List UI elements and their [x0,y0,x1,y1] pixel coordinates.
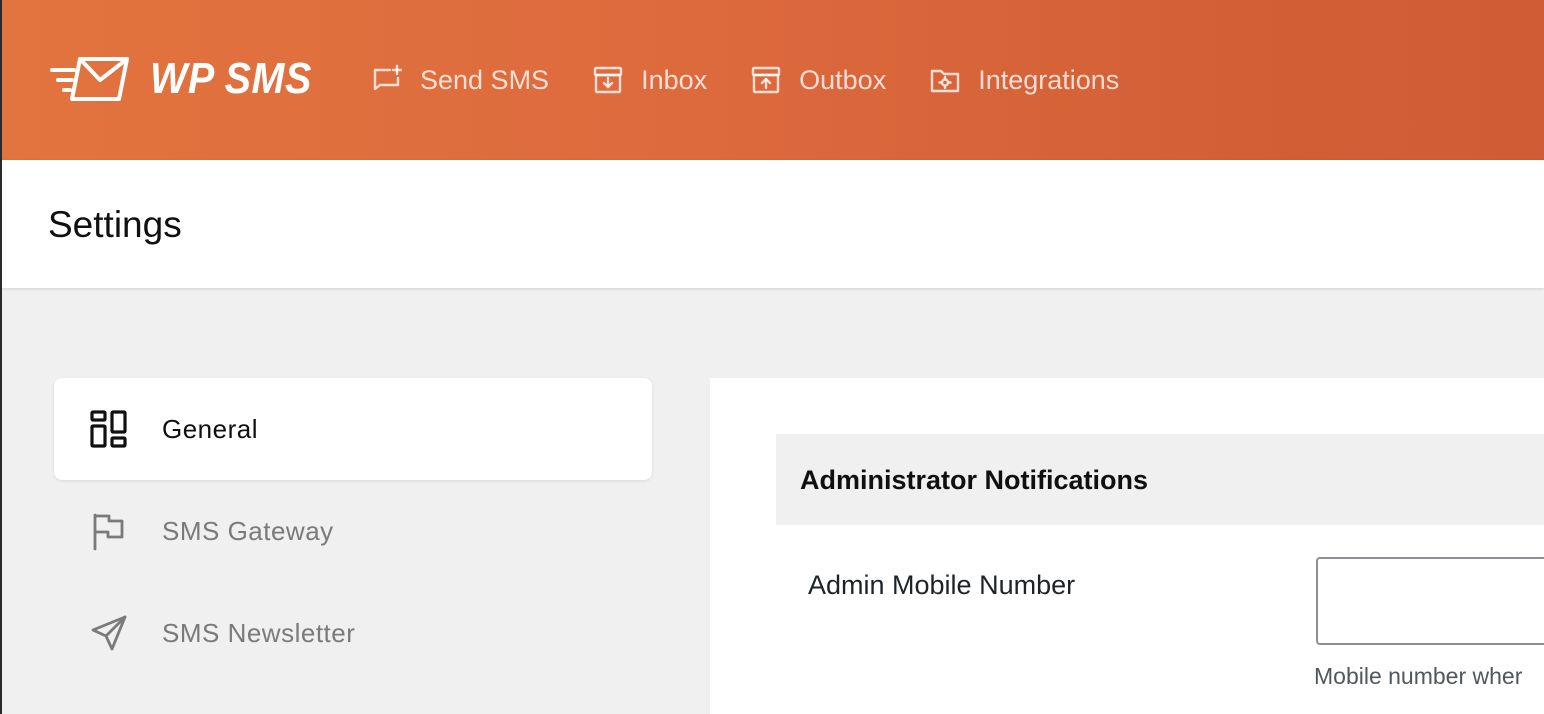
sidebar-item-label: SMS Newsletter [162,617,356,648]
brand-logo[interactable]: WP SMS [50,56,330,102]
outbox-icon [751,66,781,94]
integrations-folder-icon [931,69,960,93]
nav-item-send-sms[interactable]: Send SMS [370,63,549,97]
message-plus-icon [373,64,403,91]
flag-icon [93,513,124,551]
nav-item-outbox[interactable]: Outbox [749,63,886,97]
dashboard-grid-icon [90,410,127,448]
settings-sidebar: General SMS Gateway SMS Newsletter [54,378,652,684]
page-title: Settings [48,204,182,245]
settings-content-panel: Administrator Notifications Admin Mobile… [710,378,1544,714]
nav-item-inbox[interactable]: Inbox [591,63,707,97]
envelope-speed-icon [50,57,129,101]
nav-item-integrations[interactable]: Integrations [928,63,1119,97]
sidebar-item-label: General [162,413,258,444]
nav-label: Integrations [978,64,1120,95]
send-arrow-icon [91,615,127,651]
sidebar-item-sms-newsletter[interactable]: SMS Newsletter [54,582,652,684]
top-navigation-bar: WP SMS Send SMS Inbox Outbox Integration… [0,0,1544,160]
main-nav: Send SMS Inbox Outbox Integrations [370,56,1161,104]
admin-mobile-number-label: Admin Mobile Number [808,570,1076,600]
nav-label: Inbox [641,64,708,95]
sidebar-item-label: SMS Gateway [162,515,334,546]
nav-label: Outbox [799,64,887,95]
page-header: Settings [2,160,1544,288]
nav-label: Send SMS [420,64,550,95]
section-title: Administrator Notifications [800,465,1149,495]
section-header: Administrator Notifications [776,434,1544,525]
admin-mobile-number-help: Mobile number wher [1314,663,1523,689]
sidebar-item-general[interactable]: General [54,378,652,480]
brand-name: WP SMS [150,54,312,103]
sidebar-item-sms-gateway[interactable]: SMS Gateway [54,480,652,582]
admin-mobile-number-input[interactable] [1316,557,1544,645]
window-left-edge [0,0,2,714]
inbox-icon [593,66,623,94]
